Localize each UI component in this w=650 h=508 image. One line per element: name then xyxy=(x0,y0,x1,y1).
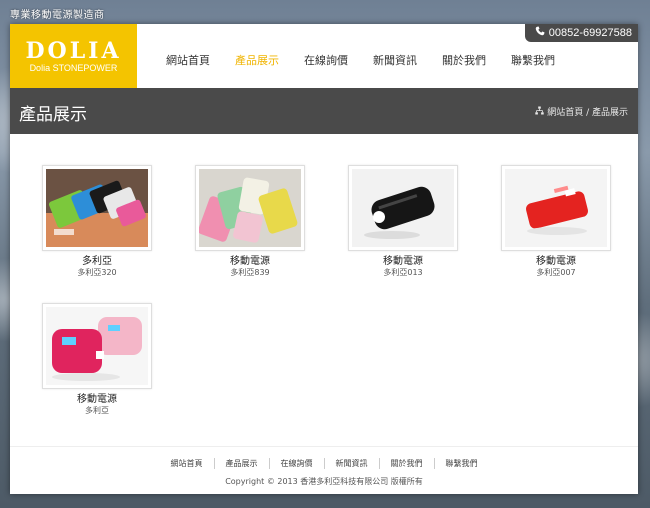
page-banner: 產品展示 網站首頁 / 產品展示 xyxy=(10,88,638,134)
breadcrumb[interactable]: 網站首頁 / 產品展示 xyxy=(535,105,628,118)
phone-icon xyxy=(535,24,545,42)
product-code: 多利亞 xyxy=(85,406,109,415)
product-code: 多利亞839 xyxy=(230,268,270,277)
nav-item-products[interactable]: 產品展示 xyxy=(235,52,279,68)
copyright-text: Copyright © 2013 香港多利亞科技有限公司 版權所有 xyxy=(225,477,423,486)
product-name[interactable]: 移動電源 xyxy=(496,256,616,268)
phone-badge: 00852-69927588 xyxy=(524,24,638,42)
product-card[interactable]: 移動電源 多利亞839 xyxy=(190,165,310,278)
product-name[interactable]: 多利亞 xyxy=(37,256,157,268)
product-image[interactable] xyxy=(42,165,152,251)
breadcrumb-text: 網站首頁 / 產品展示 xyxy=(547,108,628,118)
product-code: 多利亞013 xyxy=(383,268,423,277)
logo-subtitle: Dolia STONEPOWER xyxy=(29,62,118,73)
nav-item-news[interactable]: 新聞資訊 xyxy=(373,52,417,68)
nav-item-contact[interactable]: 聯繫我們 xyxy=(511,52,555,68)
logo[interactable]: DOLIA Dolia STONEPOWER xyxy=(10,24,137,88)
footer-nav: 網站首頁 產品展示 在線詢價 新聞資訊 關於我們 聯繫我們 xyxy=(10,458,638,469)
product-code: 多利亞007 xyxy=(536,268,576,277)
main-nav: 網站首頁 產品展示 在線詢價 新聞資訊 關於我們 聯繫我們 xyxy=(150,52,580,68)
product-name[interactable]: 移動電源 xyxy=(37,394,157,406)
footer-link-about[interactable]: 關於我們 xyxy=(378,458,434,469)
footer-link-contact[interactable]: 聯繫我們 xyxy=(433,458,489,469)
product-code: 多利亞320 xyxy=(77,268,117,277)
product-card[interactable]: 移動電源 多利亞007 xyxy=(496,165,616,278)
product-card[interactable]: 多利亞 多利亞320 xyxy=(37,165,157,278)
product-image[interactable] xyxy=(195,165,305,251)
nav-item-inquiry[interactable]: 在線詢價 xyxy=(304,52,348,68)
product-image[interactable] xyxy=(348,165,458,251)
footer-link-products[interactable]: 產品展示 xyxy=(213,458,269,469)
product-name[interactable]: 移動電源 xyxy=(190,256,310,268)
logo-wordmark: DOLIA xyxy=(25,37,122,64)
product-card[interactable]: 移動電源 多利亞 xyxy=(37,303,157,416)
page-title: 產品展示 xyxy=(19,105,87,125)
product-image[interactable] xyxy=(501,165,611,251)
nav-item-home[interactable]: 網站首頁 xyxy=(166,52,210,68)
footer-link-home[interactable]: 網站首頁 xyxy=(160,458,214,469)
footer: 網站首頁 產品展示 在線詢價 新聞資訊 關於我們 聯繫我們 Copyright … xyxy=(10,446,638,494)
phone-number: 00852-69927588 xyxy=(548,27,632,39)
page-frame: DOLIA Dolia STONEPOWER 00852-69927588 網站… xyxy=(10,24,638,494)
sitemap-icon xyxy=(535,106,544,118)
top-tagline: 專業移動電源製造商 xyxy=(10,10,105,21)
product-card[interactable]: 移動電源 多利亞013 xyxy=(343,165,463,278)
footer-link-news[interactable]: 新聞資訊 xyxy=(323,458,379,469)
product-name[interactable]: 移動電源 xyxy=(343,256,463,268)
footer-link-inquiry[interactable]: 在線詢價 xyxy=(268,458,324,469)
product-image[interactable] xyxy=(42,303,152,389)
nav-item-about[interactable]: 關於我們 xyxy=(442,52,486,68)
product-grid: 多利亞 多利亞320 移動電源 多利亞839 移動電源 多利亞013 移動電源 … xyxy=(10,134,638,444)
